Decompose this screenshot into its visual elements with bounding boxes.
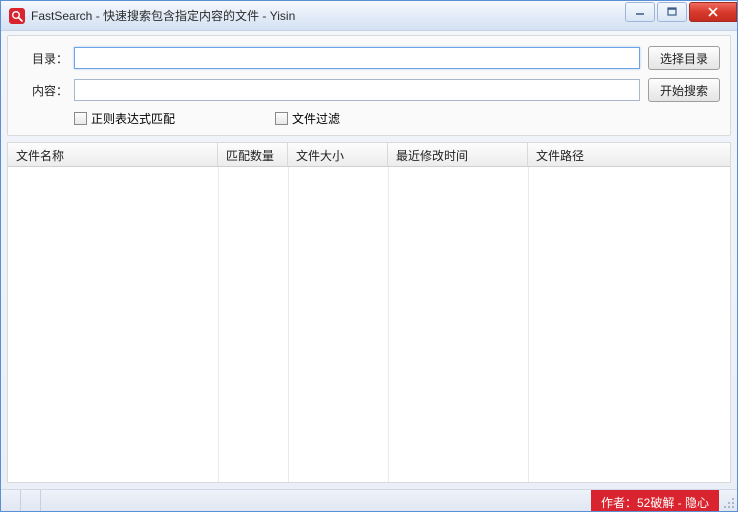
- column-divider: [288, 167, 289, 482]
- column-divider: [388, 167, 389, 482]
- content-row: 内容： 开始搜索: [18, 78, 720, 102]
- column-header-matchcount[interactable]: 匹配数量: [218, 143, 288, 166]
- status-bar: 作者：52破解 - 隐心: [1, 489, 737, 511]
- filter-checkbox-label: 文件过滤: [292, 110, 340, 127]
- table-body[interactable]: [8, 167, 730, 482]
- maximize-button[interactable]: [657, 2, 687, 22]
- app-window: FastSearch - 快速搜索包含指定内容的文件 - Yisin 目录： 选…: [0, 0, 738, 512]
- choose-directory-button[interactable]: 选择目录: [648, 46, 720, 70]
- author-credit: 作者：52破解 - 隐心: [591, 490, 719, 511]
- regex-checkbox-label: 正则表达式匹配: [91, 110, 175, 127]
- column-header-filesize[interactable]: 文件大小: [288, 143, 388, 166]
- status-cell: [21, 490, 41, 511]
- table-header: 文件名称 匹配数量 文件大小 最近修改时间 文件路径: [8, 143, 730, 167]
- close-icon: [707, 7, 719, 17]
- resize-grip[interactable]: [719, 490, 737, 511]
- column-header-filename[interactable]: 文件名称: [8, 143, 218, 166]
- column-header-filepath[interactable]: 文件路径: [528, 143, 730, 166]
- start-search-button[interactable]: 开始搜索: [648, 78, 720, 102]
- options-row: 正则表达式匹配 文件过滤: [18, 110, 720, 127]
- minimize-button[interactable]: [625, 2, 655, 22]
- status-cell: [1, 490, 21, 511]
- filter-checkbox[interactable]: 文件过滤: [275, 110, 340, 127]
- content-area: 目录： 选择目录 内容： 开始搜索 正则表达式匹配 文件过滤: [1, 31, 737, 489]
- minimize-icon: [635, 7, 645, 17]
- titlebar[interactable]: FastSearch - 快速搜索包含指定内容的文件 - Yisin: [1, 1, 737, 31]
- close-button[interactable]: [689, 2, 737, 22]
- regex-checkbox[interactable]: 正则表达式匹配: [74, 110, 175, 127]
- window-title: FastSearch - 快速搜索包含指定内容的文件 - Yisin: [31, 7, 625, 24]
- column-divider: [218, 167, 219, 482]
- column-divider: [528, 167, 529, 482]
- directory-input[interactable]: [74, 47, 640, 69]
- window-controls: [625, 1, 737, 30]
- app-icon: [9, 8, 25, 24]
- maximize-icon: [667, 7, 677, 17]
- search-form: 目录： 选择目录 内容： 开始搜索 正则表达式匹配 文件过滤: [7, 35, 731, 136]
- column-header-mtime[interactable]: 最近修改时间: [388, 143, 528, 166]
- directory-label: 目录：: [18, 50, 68, 67]
- checkbox-icon: [74, 112, 87, 125]
- checkbox-icon: [275, 112, 288, 125]
- directory-row: 目录： 选择目录: [18, 46, 720, 70]
- content-input[interactable]: [74, 79, 640, 101]
- content-label: 内容：: [18, 82, 68, 99]
- results-table: 文件名称 匹配数量 文件大小 最近修改时间 文件路径: [7, 142, 731, 483]
- resize-grip-icon: [723, 497, 735, 509]
- status-spacer: [41, 490, 591, 511]
